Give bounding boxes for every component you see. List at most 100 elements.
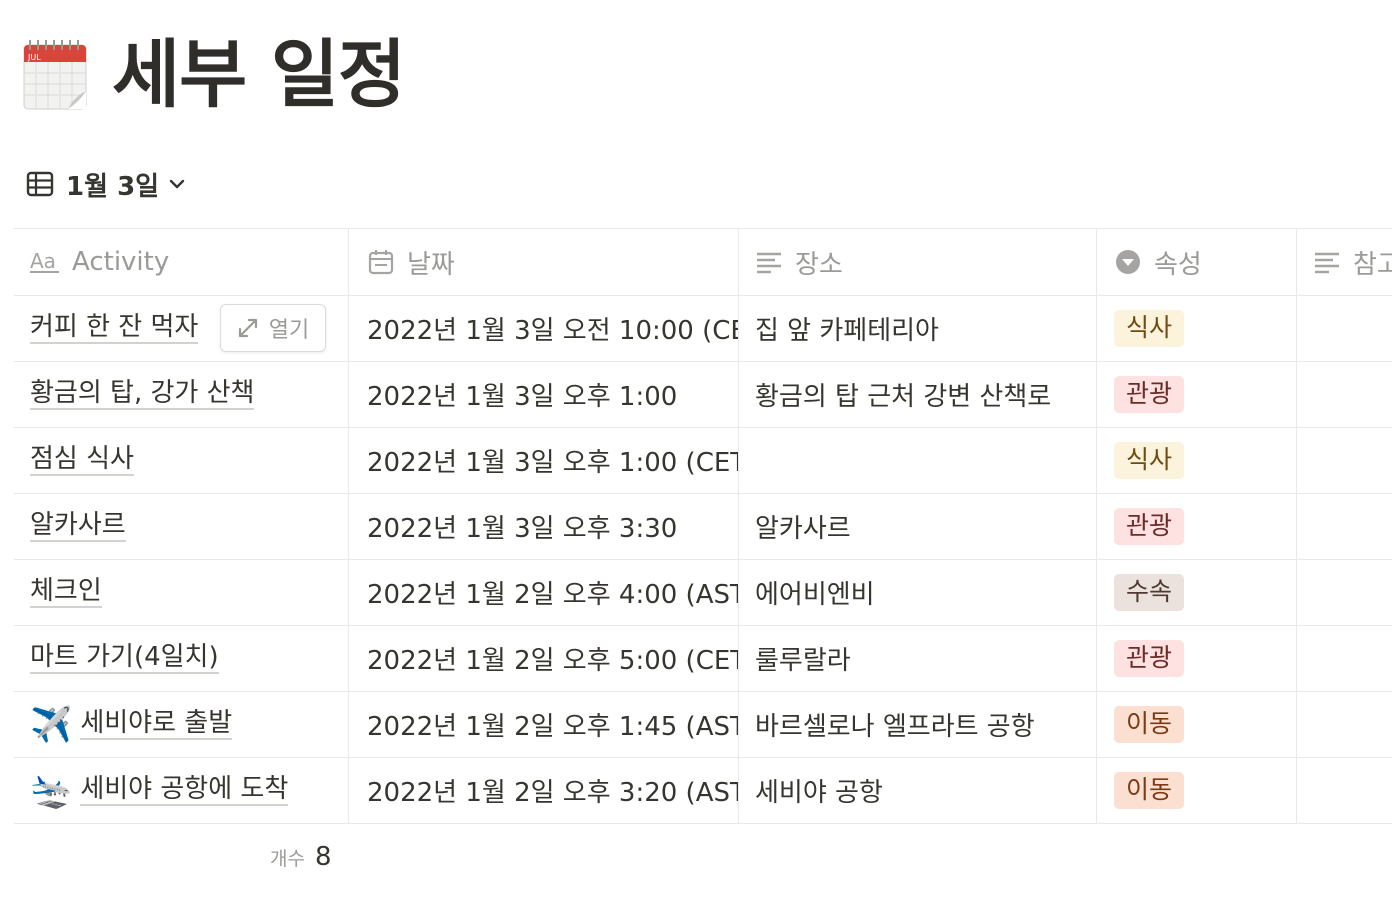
select-tag: 관광: [1114, 508, 1185, 545]
place-value: 알카사르: [755, 514, 851, 544]
select-tag: 관광: [1114, 640, 1185, 677]
cell-notes[interactable]: [1297, 692, 1392, 757]
column-header-activity[interactable]: Aa Activity: [14, 229, 349, 295]
column-label: 날짜: [407, 249, 455, 280]
cell-notes[interactable]: [1297, 626, 1392, 691]
cell-activity[interactable]: 체크인: [14, 560, 349, 625]
cell-activity[interactable]: 점심 식사: [14, 428, 349, 493]
cell-place[interactable]: 세비야 공항: [739, 758, 1097, 823]
cell-property[interactable]: 이동: [1097, 692, 1297, 757]
activity-name[interactable]: 커피 한 잔 먹자: [30, 312, 199, 345]
activity-name[interactable]: 황금의 탑, 강가 산책: [30, 378, 255, 411]
place-value: 세비야 공항: [755, 778, 883, 808]
airplane-icon: ✈️: [30, 704, 73, 745]
view-switcher[interactable]: 1월 3일: [26, 167, 187, 202]
view-label: 1월 3일: [66, 171, 160, 202]
place-value: 집 앞 카페테리아: [755, 316, 939, 346]
table-row[interactable]: ✈️ 세비야로 출발 2022년 1월 2일 오후 1:45 (AST) 바르셀로나 …: [14, 692, 1392, 758]
cell-property[interactable]: 관광: [1097, 494, 1297, 559]
date-value: 2022년 1월 2일 오후 1:45 (AST): [367, 712, 739, 742]
column-header-date[interactable]: 날짜: [349, 229, 739, 295]
cell-date[interactable]: 2022년 1월 3일 오후 1:00: [349, 362, 739, 427]
column-header-notes[interactable]: 참고: [1297, 229, 1392, 295]
cell-place[interactable]: [739, 428, 1097, 493]
open-expand-icon: [238, 318, 257, 338]
cell-property[interactable]: 이동: [1097, 758, 1297, 823]
select-tag: 수속: [1114, 574, 1185, 611]
cell-date[interactable]: 2022년 1월 2일 오후 3:20 (AST): [349, 758, 739, 823]
column-label: Activity: [72, 247, 170, 277]
activity-name[interactable]: 세비야로 출발: [80, 708, 233, 741]
column-label: 속성: [1154, 249, 1202, 280]
activity-name[interactable]: 점심 식사: [30, 444, 134, 477]
cell-place[interactable]: 에어비엔비: [739, 560, 1097, 625]
cell-date[interactable]: 2022년 1월 3일 오전 10:00 (CET): [349, 296, 739, 361]
cell-property[interactable]: 관광: [1097, 626, 1297, 691]
column-header-place[interactable]: 장소: [739, 229, 1097, 295]
text-lines-icon: [1315, 252, 1339, 274]
date-value: 2022년 1월 3일 오후 1:00: [367, 382, 678, 412]
text-lines-icon: [757, 252, 781, 274]
table-row[interactable]: 마트 가기(4일치) 2022년 1월 2일 오후 5:00 (CET) 룰루랄라 관…: [14, 626, 1392, 692]
select-tag: 이동: [1114, 706, 1185, 743]
count-label: 개수: [270, 848, 305, 870]
cell-date[interactable]: 2022년 1월 2일 오후 4:00 (AST): [349, 560, 739, 625]
cell-place[interactable]: 황금의 탑 근처 강변 산책로: [739, 362, 1097, 427]
date-value: 2022년 1월 2일 오후 3:20 (AST): [367, 778, 739, 808]
table-header: Aa Activity 날짜 장소 속성 참고: [14, 228, 1392, 296]
cell-property[interactable]: 관광: [1097, 362, 1297, 427]
place-value: 에어비엔비: [755, 580, 875, 610]
table-row[interactable]: 체크인 2022년 1월 2일 오후 4:00 (AST) 에어비엔비 수속: [14, 560, 1392, 626]
select-tag: 식사: [1114, 442, 1185, 479]
date-value: 2022년 1월 3일 오전 10:00 (CET): [367, 316, 739, 346]
cell-notes[interactable]: [1297, 758, 1392, 823]
column-label: 장소: [795, 249, 843, 280]
cell-notes[interactable]: [1297, 560, 1392, 625]
cell-place[interactable]: 알카사르: [739, 494, 1097, 559]
cell-activity[interactable]: 황금의 탑, 강가 산책: [14, 362, 349, 427]
table-row[interactable]: 점심 식사 2022년 1월 3일 오후 1:00 (CET) 식사: [14, 428, 1392, 494]
cell-activity[interactable]: 알카사르: [14, 494, 349, 559]
date-value: 2022년 1월 2일 오후 4:00 (AST): [367, 580, 739, 610]
cell-place[interactable]: 룰루랄라: [739, 626, 1097, 691]
select-tag: 관광: [1114, 376, 1185, 413]
cell-date[interactable]: 2022년 1월 3일 오후 1:00 (CET): [349, 428, 739, 493]
table-row[interactable]: 🛬 세비야 공항에 도착 2022년 1월 2일 오후 3:20 (AST) 세비야 …: [14, 758, 1392, 824]
activity-name[interactable]: 알카사르: [30, 510, 126, 543]
select-circle-icon: [1116, 250, 1140, 274]
cell-activity[interactable]: 🛬 세비야 공항에 도착: [14, 758, 349, 823]
page-title[interactable]: 세부 일정: [112, 38, 406, 112]
cell-place[interactable]: 집 앞 카페테리아: [739, 296, 1097, 361]
cell-notes[interactable]: [1297, 428, 1392, 493]
cell-activity[interactable]: 마트 가기(4일치): [14, 626, 349, 691]
activity-name[interactable]: 마트 가기(4일치): [30, 642, 219, 675]
table-row[interactable]: 커피 한 잔 먹자 열기 2022년 1월 3일 오전 10:00 (CET) 집 앞…: [14, 296, 1392, 362]
cell-date[interactable]: 2022년 1월 2일 오후 1:45 (AST): [349, 692, 739, 757]
calendar-icon[interactable]: JUL: [22, 39, 88, 111]
svg-text:Aa: Aa: [30, 250, 56, 273]
activity-name[interactable]: 세비야 공항에 도착: [80, 774, 289, 807]
table-row[interactable]: 알카사르 2022년 1월 3일 오후 3:30 알카사르 관광: [14, 494, 1392, 560]
date-value: 2022년 1월 2일 오후 5:00 (CET): [367, 646, 739, 676]
open-page-button[interactable]: 열기: [220, 304, 326, 352]
calendar-icon: [368, 250, 394, 275]
column-header-property[interactable]: 속성: [1097, 229, 1297, 295]
cell-notes[interactable]: [1297, 494, 1392, 559]
activity-name[interactable]: 체크인: [30, 576, 102, 609]
cell-notes[interactable]: [1297, 296, 1392, 361]
cell-activity[interactable]: 커피 한 잔 먹자 열기: [14, 296, 349, 361]
cell-activity[interactable]: ✈️ 세비야로 출발: [14, 692, 349, 757]
airplane-arrival-icon: 🛬: [30, 770, 73, 811]
select-tag: 식사: [1114, 310, 1185, 347]
open-label: 열기: [268, 318, 310, 343]
column-label: 참고: [1353, 249, 1392, 280]
cell-date[interactable]: 2022년 1월 3일 오후 3:30: [349, 494, 739, 559]
cell-property[interactable]: 수속: [1097, 560, 1297, 625]
cell-date[interactable]: 2022년 1월 2일 오후 5:00 (CET): [349, 626, 739, 691]
cell-property[interactable]: 식사: [1097, 428, 1297, 493]
table-row[interactable]: 황금의 탑, 강가 산책 2022년 1월 3일 오후 1:00 황금의 탑 근처 …: [14, 362, 1392, 428]
cell-place[interactable]: 바르셀로나 엘프라트 공항: [739, 692, 1097, 757]
cell-property[interactable]: 식사: [1097, 296, 1297, 361]
cell-notes[interactable]: [1297, 362, 1392, 427]
place-value: 황금의 탑 근처 강변 산책로: [755, 382, 1052, 412]
